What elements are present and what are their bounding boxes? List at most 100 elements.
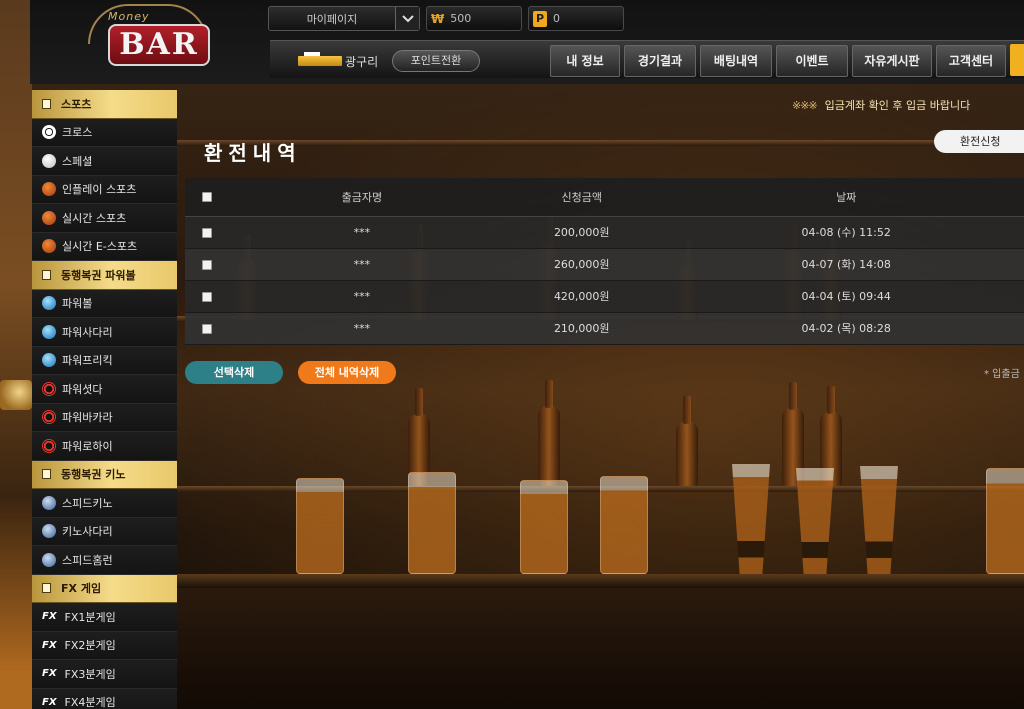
fx-icon: FX [42, 668, 57, 680]
beer-mug-decoration [296, 478, 344, 574]
mypage-dropdown[interactable]: 마이페이지 [268, 6, 420, 31]
column-header-name: 출금자명 [228, 178, 496, 217]
sidebar-item-label: 파워프리킥 [62, 354, 113, 368]
sidebar-item-label: 파워볼 [62, 297, 93, 311]
game-sidebar: 스포츠 크로스 스페셜 인플레이 스포츠 실시간 스포츠 실시간 E-스포츠 동… [32, 90, 177, 709]
delete-selected-button[interactable]: 선택삭제 [185, 361, 283, 384]
cell-amount: 200,000원 [495, 216, 669, 249]
shelf [176, 140, 1024, 146]
deposit-notice: ※※※ 입금계좌 확인 후 입금 바랍니다 [792, 97, 970, 113]
keno-icon [42, 552, 56, 567]
sidebar-item-inplay[interactable]: 인플레이 스포츠 [32, 175, 177, 204]
red-ring-icon [42, 410, 56, 425]
sidebar-category-fx[interactable]: FX 게임 [32, 574, 177, 603]
row-checkbox[interactable] [201, 291, 212, 302]
sidebar-category-powerball[interactable]: 동행복권 파워볼 [32, 261, 177, 290]
sidebar-item-label: 크로스 [62, 126, 93, 140]
sidebar-item-label: 파워셧다 [62, 382, 103, 396]
keno-icon [42, 495, 56, 510]
menu-events[interactable]: 이벤트 [776, 45, 848, 77]
account-topbar: 마이페이지 ₩ 500 P 0 [268, 6, 624, 32]
menu-my-info[interactable]: 내 정보 [550, 45, 620, 77]
cell-amount: 210,000원 [495, 312, 669, 345]
cell-name: *** [228, 216, 496, 249]
sidebar-category-keno[interactable]: 동행복권 키노 [32, 460, 177, 489]
sidebar-item-power-ladder[interactable]: 파워사다리 [32, 318, 177, 347]
sidebar-item-power-freekick[interactable]: 파워프리킥 [32, 346, 177, 375]
table-row: *** 210,000원 04-02 (목) 08:28 [185, 312, 1024, 345]
sidebar-item-label: FX4분게임 [64, 696, 116, 709]
sidebar-category-sports[interactable]: 스포츠 [32, 90, 177, 119]
sidebar-item-live-esports[interactable]: 실시간 E-스포츠 [32, 232, 177, 261]
site-header: Money BAR 마이페이지 ₩ 500 P 0 광구리 포인트전환 내 정보… [30, 0, 1024, 84]
chevron-down-icon[interactable] [395, 7, 419, 30]
powerball-icon [42, 353, 56, 368]
menu-results[interactable]: 경기결과 [624, 45, 696, 77]
category-box-icon [42, 269, 51, 280]
sidebar-item-fx2[interactable]: FX FX2분게임 [32, 631, 177, 660]
sidebar-item-speed-keno[interactable]: 스피드키노 [32, 489, 177, 518]
sidebar-item-fx3[interactable]: FX FX3분게임 [32, 660, 177, 689]
background-wall [0, 0, 32, 709]
notice-marks: ※※※ [792, 99, 818, 112]
powerball-icon [42, 324, 56, 339]
row-checkbox[interactable] [201, 259, 212, 270]
cell-date: 04-02 (목) 08:28 [668, 312, 1024, 345]
row-checkbox[interactable] [201, 227, 212, 238]
point-value: 0 [553, 12, 560, 25]
bar-counter-front [176, 588, 1024, 709]
cell-name: *** [228, 312, 496, 345]
menu-customer-center[interactable]: 고객센터 [936, 45, 1006, 77]
row-checkbox[interactable] [201, 323, 212, 334]
point-balance: P 0 [528, 6, 624, 31]
sidebar-item-fx4[interactable]: FX FX4분게임 [32, 688, 177, 709]
cell-date: 04-08 (수) 11:52 [668, 216, 1024, 249]
user-bar: 광구리 포인트전환 내 정보 경기결과 배팅내역 이벤트 자유게시판 고객센터 [270, 40, 1024, 78]
sidebar-item-keno-ladder[interactable]: 키노사다리 [32, 517, 177, 546]
menu-free-board[interactable]: 자유게시판 [852, 45, 932, 77]
category-label: 스포츠 [61, 97, 92, 111]
beer-mug-decoration [986, 468, 1024, 574]
cell-name: *** [228, 248, 496, 281]
basketball-icon [42, 239, 56, 254]
won-icon: ₩ [431, 11, 445, 26]
menu-bet-history[interactable]: 배팅내역 [700, 45, 772, 77]
sidebar-item-power-lowhigh[interactable]: 파워로하이 [32, 432, 177, 461]
sidebar-item-label: 실시간 스포츠 [62, 211, 127, 225]
menu-overflow-button[interactable] [1010, 44, 1024, 76]
sidebar-item-powerball[interactable]: 파워볼 [32, 289, 177, 318]
category-label: FX 게임 [61, 582, 102, 596]
select-all-checkbox[interactable] [201, 192, 212, 203]
point-icon: P [533, 10, 547, 27]
point-convert-button[interactable]: 포인트전환 [392, 50, 480, 72]
sidebar-item-power-seotda[interactable]: 파워셧다 [32, 375, 177, 404]
sidebar-item-label: 스페셜 [62, 154, 93, 168]
sidebar-item-speed-homerun[interactable]: 스피드홈런 [32, 546, 177, 575]
cell-amount: 260,000원 [495, 248, 669, 281]
keno-icon [42, 524, 56, 539]
sidebar-item-label: 파워로하이 [62, 439, 113, 453]
cell-date: 04-07 (화) 14:08 [668, 248, 1024, 281]
cell-date: 04-04 (토) 09:44 [668, 280, 1024, 313]
sidebar-item-label: 파워사다리 [62, 325, 113, 339]
sidebar-item-fx1[interactable]: FX FX1분게임 [32, 603, 177, 632]
mypage-label: 마이페이지 [306, 12, 358, 26]
column-header-date: 날짜 [668, 178, 1024, 217]
beer-glass-decoration [796, 468, 834, 574]
footnote-text: * 입출금 [984, 369, 1020, 380]
sidebar-item-live-sports[interactable]: 실시간 스포츠 [32, 204, 177, 233]
exchange-request-button[interactable]: 환전신청 [934, 130, 1024, 153]
site-logo[interactable]: Money BAR [68, 4, 218, 74]
delete-all-button[interactable]: 전체 내역삭제 [298, 361, 396, 384]
sidebar-item-special[interactable]: 스페셜 [32, 147, 177, 176]
soccer-ball-icon [42, 125, 56, 140]
beer-mug-decoration [408, 472, 456, 574]
sidebar-item-power-baccarat[interactable]: 파워바카라 [32, 403, 177, 432]
beer-tap-decoration [0, 380, 32, 410]
sidebar-item-cross[interactable]: 크로스 [32, 118, 177, 147]
category-box-icon [42, 583, 51, 594]
category-box-icon [42, 98, 51, 109]
username: 광구리 [345, 55, 379, 69]
main-menu: 내 정보 경기결과 배팅내역 이벤트 자유게시판 고객센터 [550, 45, 1006, 77]
money-balance: ₩ 500 [426, 6, 522, 31]
